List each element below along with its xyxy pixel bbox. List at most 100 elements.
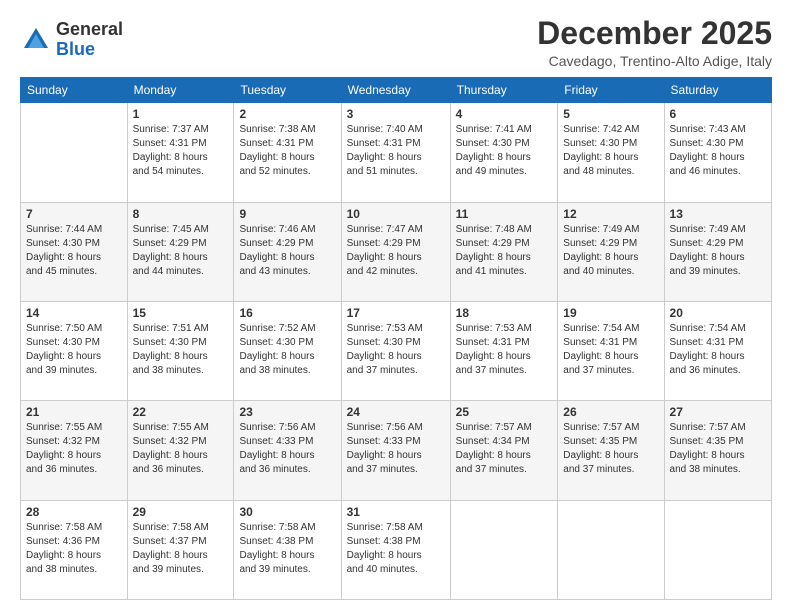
logo: General Blue: [20, 20, 123, 60]
calendar-cell: 16 Sunrise: 7:52 AMSunset: 4:30 PMDayligh…: [234, 301, 341, 400]
calendar-cell: 20 Sunrise: 7:54 AMSunset: 4:31 PMDayligh…: [664, 301, 771, 400]
day-number: 1: [133, 107, 229, 121]
day-number: 23: [239, 405, 335, 419]
day-number: 20: [670, 306, 766, 320]
calendar-cell: 7Sunrise: 7:44 AMSunset: 4:30 PMDaylight…: [21, 202, 128, 301]
calendar-cell: 2 Sunrise: 7:38 AMSunset: 4:31 PMDaylight…: [234, 103, 341, 202]
calendar-cell: 25 Sunrise: 7:57 AMSunset: 4:34 PMDayligh…: [450, 401, 558, 500]
day-info: Sunrise: 7:58 AMSunset: 4:38 PMDaylight:…: [347, 521, 445, 577]
logo-text: General Blue: [56, 20, 123, 60]
calendar-cell: 30Sunrise: 7:58 AMSunset: 4:38 PMDayligh…: [234, 500, 341, 599]
day-info: Sunrise: 7:48 AMSunset: 4:29 PMDaylight:…: [456, 223, 553, 279]
day-number: 14: [26, 306, 122, 320]
calendar-cell: 5 Sunrise: 7:42 AMSunset: 4:30 PMDaylight…: [558, 103, 664, 202]
calendar-cell: 13Sunrise: 7:49 AMSunset: 4:29 PMDayligh…: [664, 202, 771, 301]
day-number: 16: [239, 306, 335, 320]
day-number: 27: [670, 405, 766, 419]
day-info: Sunrise: 7:56 AMSunset: 4:33 PMDaylight:…: [239, 421, 335, 477]
location: Cavedago, Trentino-Alto Adige, Italy: [537, 53, 772, 69]
calendar-cell: 9 Sunrise: 7:46 AMSunset: 4:29 PMDaylight…: [234, 202, 341, 301]
header-sunday: Sunday: [21, 78, 128, 103]
day-info: Sunrise: 7:42 AMSunset: 4:30 PMDaylight:…: [563, 123, 658, 179]
calendar-cell: [450, 500, 558, 599]
day-number: 3: [347, 107, 445, 121]
day-info: Sunrise: 7:56 AMSunset: 4:33 PMDaylight:…: [347, 421, 445, 477]
title-block: December 2025 Cavedago, Trentino-Alto Ad…: [537, 16, 772, 69]
calendar-week-1: 1Sunrise: 7:37 AMSunset: 4:31 PMDaylight…: [21, 103, 772, 202]
day-info: Sunrise: 7:55 AMSunset: 4:32 PMDaylight:…: [26, 421, 122, 477]
day-info: Sunrise: 7:58 AMSunset: 4:37 PMDaylight:…: [133, 521, 229, 577]
header-wednesday: Wednesday: [341, 78, 450, 103]
day-info: Sunrise: 7:38 AMSunset: 4:31 PMDaylight:…: [239, 123, 335, 179]
day-info: Sunrise: 7:57 AMSunset: 4:35 PMDaylight:…: [563, 421, 658, 477]
day-info: Sunrise: 7:49 AMSunset: 4:29 PMDaylight:…: [563, 223, 658, 279]
logo-general: General: [56, 20, 123, 40]
calendar-cell: 22 Sunrise: 7:55 AMSunset: 4:32 PMDayligh…: [127, 401, 234, 500]
day-number: 22: [133, 405, 229, 419]
logo-icon: [20, 24, 52, 56]
day-info: Sunrise: 7:54 AMSunset: 4:31 PMDaylight:…: [670, 322, 766, 378]
header: General Blue December 2025 Cavedago, Tre…: [20, 16, 772, 69]
calendar-cell: 26 Sunrise: 7:57 AMSunset: 4:35 PMDayligh…: [558, 401, 664, 500]
header-thursday: Thursday: [450, 78, 558, 103]
calendar-header-row: SundayMondayTuesdayWednesdayThursdayFrid…: [21, 78, 772, 103]
calendar-cell: 19Sunrise: 7:54 AMSunset: 4:31 PMDayligh…: [558, 301, 664, 400]
calendar-cell: 23 Sunrise: 7:56 AMSunset: 4:33 PMDayligh…: [234, 401, 341, 500]
calendar-cell: 11 Sunrise: 7:48 AMSunset: 4:29 PMDayligh…: [450, 202, 558, 301]
day-info: Sunrise: 7:43 AMSunset: 4:30 PMDaylight:…: [670, 123, 766, 179]
day-info: Sunrise: 7:50 AMSunset: 4:30 PMDaylight:…: [26, 322, 122, 378]
day-info: Sunrise: 7:52 AMSunset: 4:30 PMDaylight:…: [239, 322, 335, 378]
day-info: Sunrise: 7:51 AMSunset: 4:30 PMDaylight:…: [133, 322, 229, 378]
calendar-week-2: 7Sunrise: 7:44 AMSunset: 4:30 PMDaylight…: [21, 202, 772, 301]
day-number: 31: [347, 505, 445, 519]
day-info: Sunrise: 7:49 AMSunset: 4:29 PMDaylight:…: [670, 223, 766, 279]
day-info: Sunrise: 7:55 AMSunset: 4:32 PMDaylight:…: [133, 421, 229, 477]
header-friday: Friday: [558, 78, 664, 103]
day-info: Sunrise: 7:45 AMSunset: 4:29 PMDaylight:…: [133, 223, 229, 279]
day-info: Sunrise: 7:40 AMSunset: 4:31 PMDaylight:…: [347, 123, 445, 179]
calendar-cell: 31 Sunrise: 7:58 AMSunset: 4:38 PMDayligh…: [341, 500, 450, 599]
calendar-cell: 12Sunrise: 7:49 AMSunset: 4:29 PMDayligh…: [558, 202, 664, 301]
calendar-cell: 14 Sunrise: 7:50 AMSunset: 4:30 PMDayligh…: [21, 301, 128, 400]
day-number: 11: [456, 207, 553, 221]
day-info: Sunrise: 7:58 AMSunset: 4:38 PMDaylight:…: [239, 521, 335, 577]
day-number: 8: [133, 207, 229, 221]
day-number: 26: [563, 405, 658, 419]
calendar-cell: 3 Sunrise: 7:40 AMSunset: 4:31 PMDaylight…: [341, 103, 450, 202]
day-number: 6: [670, 107, 766, 121]
month-title: December 2025: [537, 16, 772, 51]
calendar-cell: 4 Sunrise: 7:41 AMSunset: 4:30 PMDaylight…: [450, 103, 558, 202]
header-monday: Monday: [127, 78, 234, 103]
logo-blue: Blue: [56, 40, 123, 60]
day-number: 29: [133, 505, 229, 519]
page: General Blue December 2025 Cavedago, Tre…: [0, 0, 792, 612]
day-number: 9: [239, 207, 335, 221]
day-number: 24: [347, 405, 445, 419]
calendar-cell: 24 Sunrise: 7:56 AMSunset: 4:33 PMDayligh…: [341, 401, 450, 500]
day-number: 25: [456, 405, 553, 419]
calendar-cell: 10Sunrise: 7:47 AMSunset: 4:29 PMDayligh…: [341, 202, 450, 301]
day-info: Sunrise: 7:41 AMSunset: 4:30 PMDaylight:…: [456, 123, 553, 179]
day-number: 15: [133, 306, 229, 320]
calendar-cell: [664, 500, 771, 599]
day-info: Sunrise: 7:57 AMSunset: 4:35 PMDaylight:…: [670, 421, 766, 477]
calendar-cell: 27 Sunrise: 7:57 AMSunset: 4:35 PMDayligh…: [664, 401, 771, 500]
calendar-cell: 29 Sunrise: 7:58 AMSunset: 4:37 PMDayligh…: [127, 500, 234, 599]
day-info: Sunrise: 7:53 AMSunset: 4:30 PMDaylight:…: [347, 322, 445, 378]
calendar-cell: 18Sunrise: 7:53 AMSunset: 4:31 PMDayligh…: [450, 301, 558, 400]
calendar-cell: 8 Sunrise: 7:45 AMSunset: 4:29 PMDaylight…: [127, 202, 234, 301]
day-info: Sunrise: 7:46 AMSunset: 4:29 PMDaylight:…: [239, 223, 335, 279]
day-number: 17: [347, 306, 445, 320]
day-number: 10: [347, 207, 445, 221]
day-info: Sunrise: 7:57 AMSunset: 4:34 PMDaylight:…: [456, 421, 553, 477]
day-number: 7: [26, 207, 122, 221]
day-number: 18: [456, 306, 553, 320]
calendar-cell: 28Sunrise: 7:58 AMSunset: 4:36 PMDayligh…: [21, 500, 128, 599]
day-number: 5: [563, 107, 658, 121]
calendar-cell: [558, 500, 664, 599]
header-tuesday: Tuesday: [234, 78, 341, 103]
day-number: 21: [26, 405, 122, 419]
calendar-cell: 1Sunrise: 7:37 AMSunset: 4:31 PMDaylight…: [127, 103, 234, 202]
day-number: 2: [239, 107, 335, 121]
day-number: 4: [456, 107, 553, 121]
